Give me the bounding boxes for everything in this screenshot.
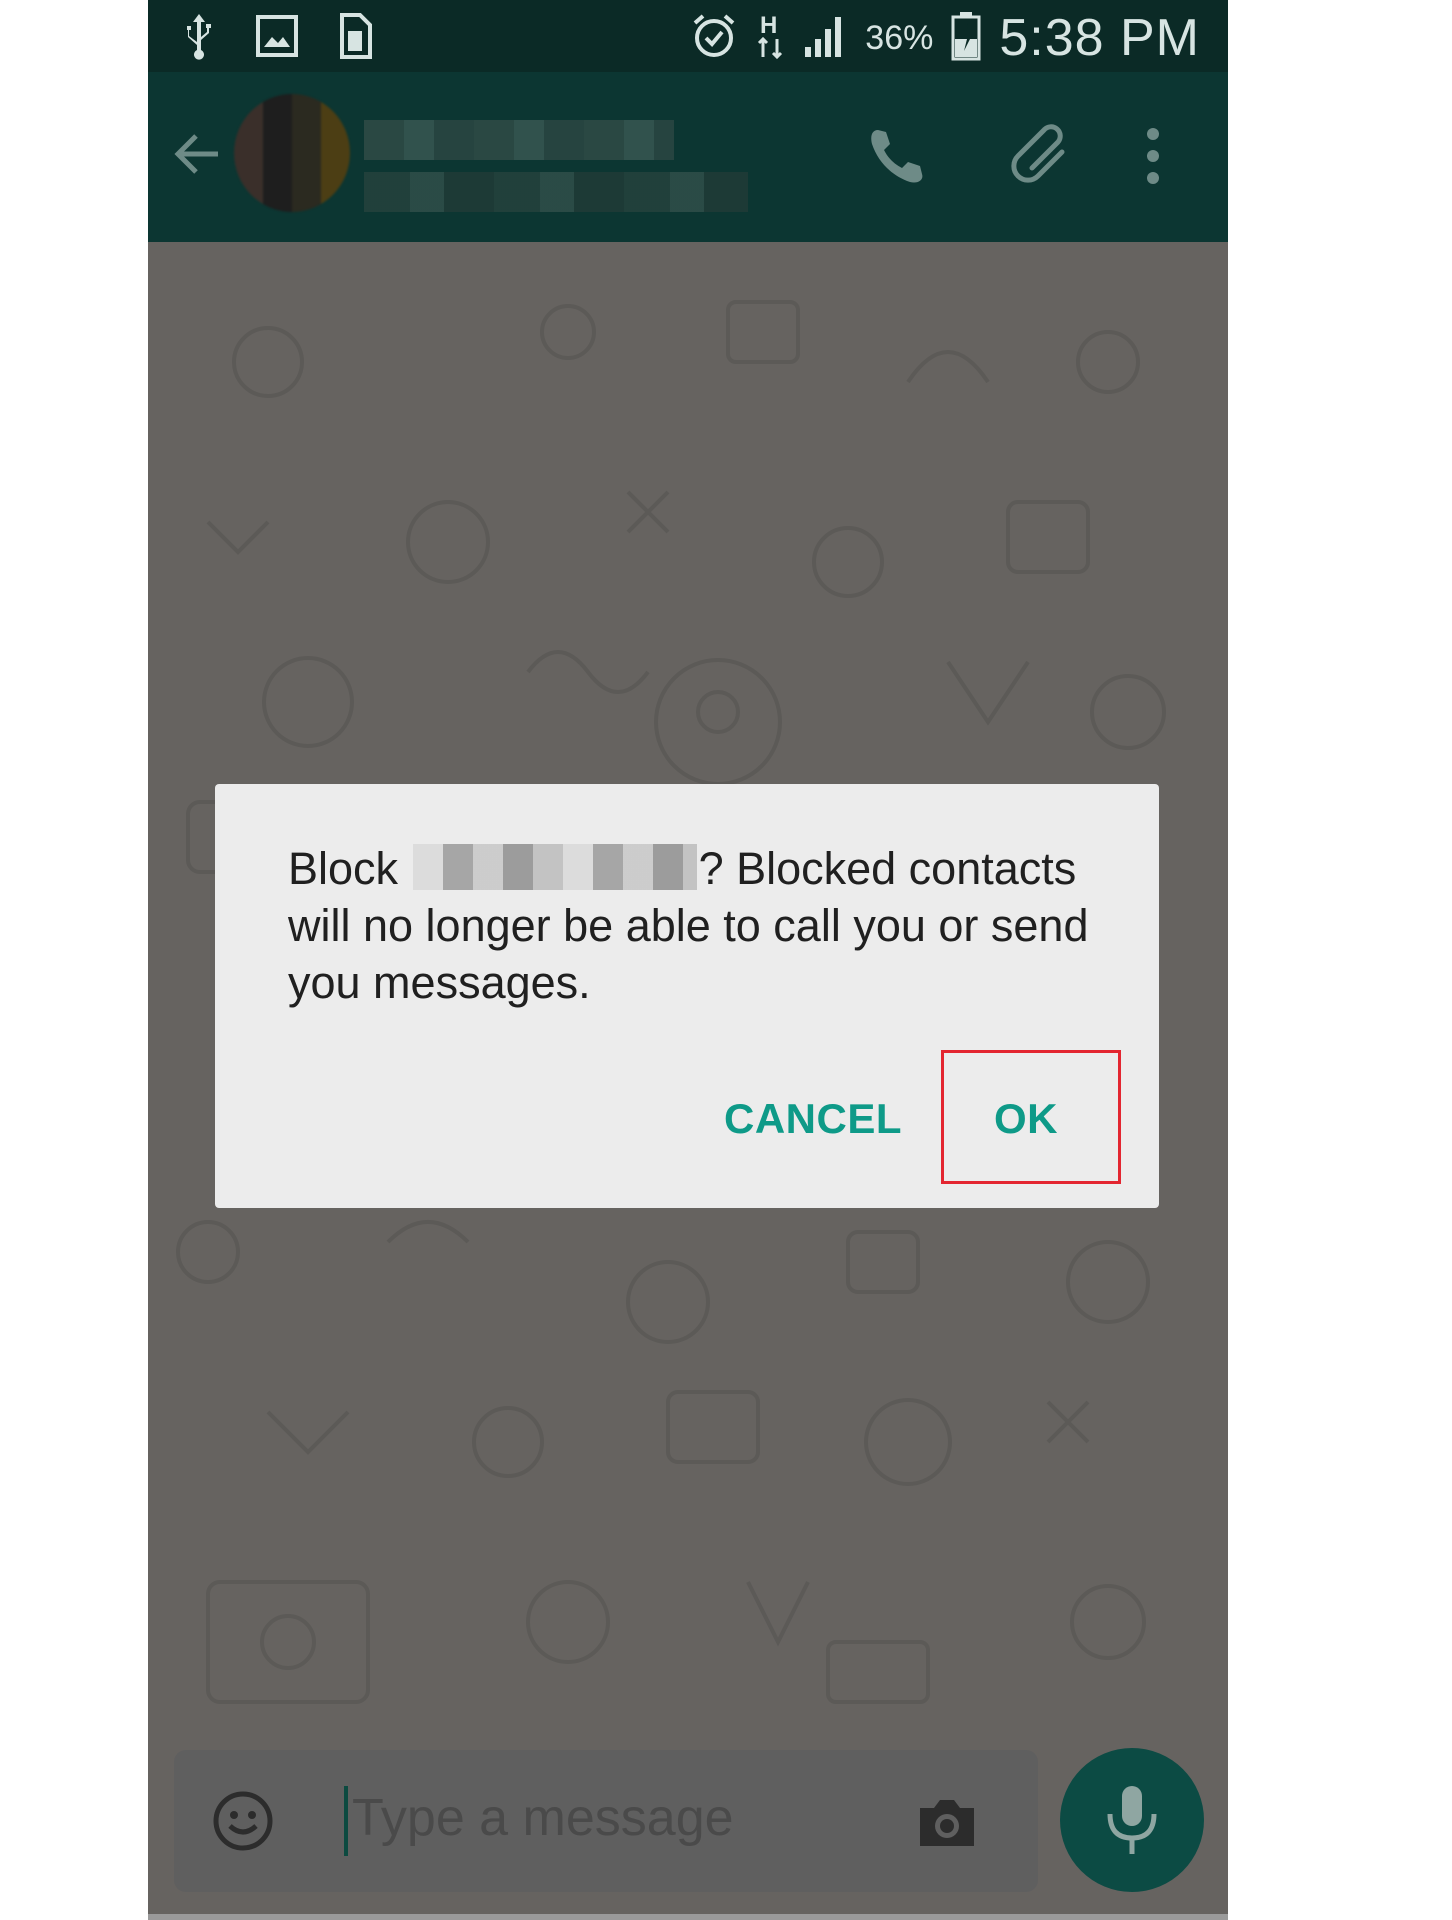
phone-icon[interactable]: [864, 124, 928, 188]
paperclip-icon[interactable]: [1010, 124, 1074, 188]
signal-icon: [803, 13, 847, 64]
contact-name-redacted[interactable]: [364, 120, 674, 160]
status-bar: H 36% 5:38 PM: [148, 0, 1228, 72]
message-prefix: Block: [288, 843, 399, 894]
mic-button[interactable]: [1060, 1748, 1204, 1892]
bottom-divider: [148, 1914, 1228, 1920]
camera-icon[interactable]: [916, 1796, 978, 1850]
sim-icon: [338, 13, 372, 64]
phone-screen: H 36% 5:38 PM Type a message Block ? Blo…: [148, 0, 1228, 1920]
dialog-message: Block ? Blocked contacts will no longer …: [288, 840, 1108, 1011]
block-contact-dialog: Block ? Blocked contacts will no longer …: [215, 784, 1159, 1208]
usb-icon: [182, 12, 216, 65]
message-composer[interactable]: Type a message: [174, 1750, 1038, 1892]
mic-icon: [1107, 1786, 1157, 1854]
notification-icons: [182, 12, 372, 65]
text-caret: [344, 1786, 348, 1856]
svg-text:H: H: [760, 12, 777, 39]
battery-charging-icon: [951, 11, 981, 66]
contact-name-redacted: [412, 844, 697, 890]
message-input[interactable]: Type a message: [352, 1788, 734, 1848]
contact-avatar[interactable]: [234, 94, 350, 212]
overflow-menu-icon[interactable]: [1138, 124, 1168, 188]
system-status: H 36% 5:38 PM: [691, 8, 1200, 68]
clock: 5:38 PM: [999, 9, 1200, 67]
chat-toolbar: [148, 72, 1228, 242]
image-notification-icon: [256, 15, 298, 62]
back-arrow-icon[interactable]: [168, 124, 228, 184]
cancel-button[interactable]: CANCEL: [723, 1084, 903, 1154]
ok-button[interactable]: OK: [971, 1084, 1081, 1154]
contact-status-redacted[interactable]: [364, 172, 748, 212]
data-transfer-icon: H: [755, 11, 785, 66]
battery-percent: 36%: [865, 18, 934, 57]
alarm-icon: [691, 13, 737, 64]
emoji-icon[interactable]: [212, 1790, 274, 1852]
